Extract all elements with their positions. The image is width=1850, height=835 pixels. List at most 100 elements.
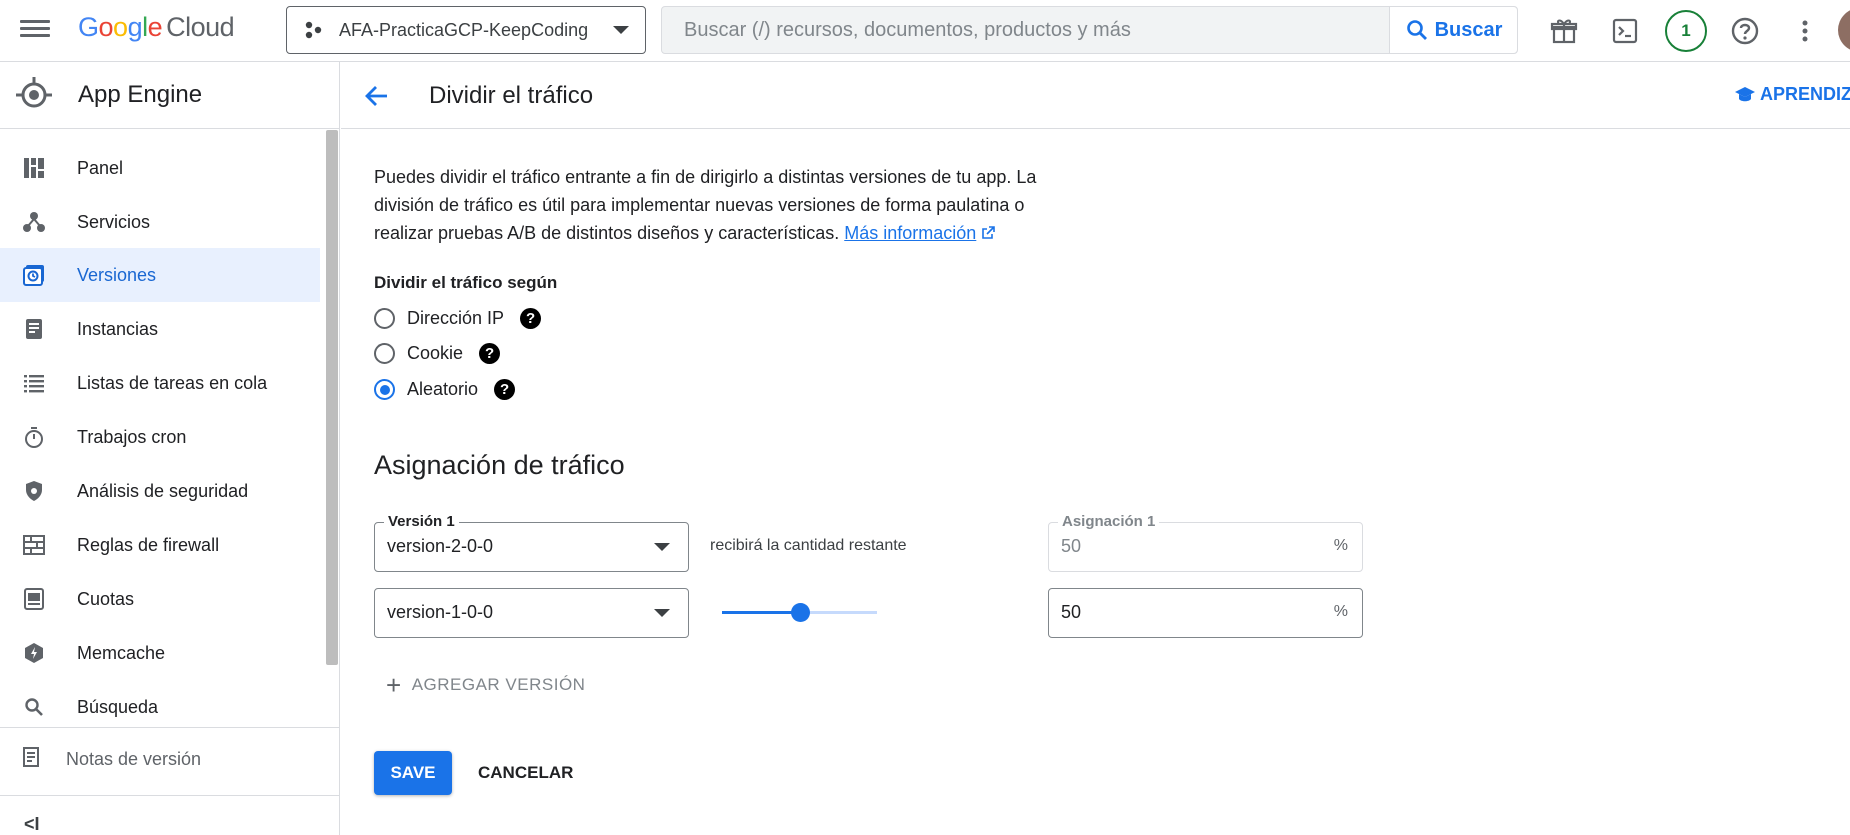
remaining-text: recibirá la cantidad restante [710, 537, 907, 554]
shield-icon [22, 479, 46, 503]
cancel-button[interactable]: CANCELAR [478, 751, 573, 795]
back-arrow-icon[interactable] [363, 82, 391, 110]
split-label: Dividir el tráfico según [374, 273, 558, 292]
radio-button[interactable] [374, 308, 395, 329]
collapse-sidebar-icon[interactable]: <I [24, 814, 40, 835]
project-selector[interactable]: AFA-PracticaGCP-KeepCoding [286, 6, 646, 54]
learn-button[interactable]: APRENDIZA [1734, 84, 1850, 105]
sidebar-item-panel[interactable]: Panel [0, 141, 320, 195]
top-bar: Google Cloud AFA-PracticaGCP-KeepCoding B… [0, 0, 1850, 62]
sidebar-scrollbar[interactable] [326, 130, 338, 665]
save-button[interactable]: SAVE [374, 751, 452, 795]
divider [0, 795, 339, 796]
release-notes-label: Notas de versión [66, 748, 202, 769]
more-info-link[interactable]: Más información [844, 223, 976, 243]
google-cloud-logo[interactable]: Google Cloud [78, 12, 235, 43]
memcache-icon [22, 641, 46, 665]
services-icon [22, 210, 46, 234]
sidebar-item-cron[interactable]: Trabajos cron [0, 410, 320, 464]
sidebar-item-firewall[interactable]: Reglas de firewall [0, 518, 320, 572]
project-name: AFA-PracticaGCP-KeepCoding [339, 19, 589, 40]
sidebar-item-versiones[interactable]: Versiones [0, 248, 320, 302]
version-2-value: version-1-0-0 [387, 602, 494, 622]
version-2-select[interactable]: version-1-0-0 [374, 588, 689, 638]
sidebar-item-seguridad[interactable]: Análisis de seguridad [0, 464, 320, 518]
page-title: Dividir el tráfico [429, 82, 594, 109]
help-icon[interactable]: ? [494, 379, 516, 400]
open-in-new-icon [982, 226, 996, 239]
quota-icon [22, 587, 46, 611]
notifications-badge[interactable]: 1 [1664, 9, 1708, 53]
percent-suffix: % [1333, 537, 1348, 554]
allocation-2-value[interactable]: 50 [1061, 602, 1081, 623]
versions-icon [22, 263, 46, 287]
allocation-1-value: 50 [1061, 536, 1082, 556]
radio-button[interactable] [374, 343, 395, 364]
allocation-1-label: Asignación 1 [1058, 513, 1160, 530]
app-engine-icon [16, 77, 52, 108]
sidebar-item-busqueda[interactable]: Búsqueda [0, 680, 320, 734]
version-1-select[interactable]: Versión 1 version-2-0-0 [374, 513, 689, 572]
more-info-label: Más información [844, 223, 977, 243]
description: Puedes dividir el tráfico entrante a fin… [374, 163, 1054, 247]
radio-cookie[interactable]: Cookie ? [374, 343, 501, 364]
sidebar-item-label: Instancias [77, 318, 159, 339]
version-1-label: Versión 1 [384, 513, 459, 530]
slider-fill [722, 611, 800, 614]
project-icon [305, 21, 322, 39]
allocation-2-field[interactable]: 50 % [1048, 588, 1363, 638]
sidebar-item-label: Versiones [77, 264, 157, 285]
add-version-label: AGREGAR VERSIÓN [411, 675, 586, 694]
sidebar-item-label: Trabajos cron [77, 426, 187, 447]
sidebar-item-label: Análisis de seguridad [77, 480, 249, 501]
sidebar-item-instancias[interactable]: Instancias [0, 302, 320, 356]
logo-suffix: Cloud [166, 12, 235, 42]
sidebar-item-label: Cuotas [77, 588, 135, 609]
school-icon [1735, 86, 1755, 101]
radio-button[interactable] [374, 379, 395, 400]
chevron-down-icon [654, 543, 670, 551]
gift-icon[interactable] [1544, 11, 1584, 51]
help-icon[interactable]: ? [479, 343, 501, 364]
divider [0, 727, 339, 728]
learn-label: APRENDIZA [1760, 84, 1850, 104]
sidebar-item-memcache[interactable]: Memcache [0, 626, 320, 680]
release-notes-link[interactable]: Notas de versión [0, 732, 339, 786]
add-version-button[interactable]: + AGREGAR VERSIÓN [386, 672, 585, 698]
allocation-slider[interactable] [722, 600, 877, 626]
product-title: App Engine [78, 81, 203, 108]
sidebar-item-servicios[interactable]: Servicios [0, 195, 320, 249]
version-1-value: version-2-0-0 [387, 536, 494, 556]
timer-icon [22, 425, 46, 449]
sidebar-item-label: Listas de tareas en cola [77, 372, 268, 393]
menu-icon[interactable] [20, 16, 50, 46]
firewall-icon [22, 533, 46, 557]
sidebar-item-tareas[interactable]: Listas de tareas en cola [0, 356, 320, 410]
avatar[interactable] [1838, 8, 1850, 52]
sidebar-item-label: Servicios [77, 211, 151, 232]
allocation-1-field: Asignación 1 50 % [1048, 513, 1363, 572]
radio-ip-address[interactable]: Dirección IP ? [374, 308, 542, 329]
notification-count: 1 [1665, 10, 1707, 52]
search-button[interactable]: Buscar [1389, 7, 1517, 53]
help-icon[interactable] [1725, 11, 1765, 51]
list-icon [22, 371, 46, 395]
radio-label: Dirección IP [407, 308, 505, 328]
more-vert-icon[interactable] [1785, 11, 1825, 51]
percent-suffix: % [1333, 603, 1348, 620]
sidebar-item-label: Búsqueda [77, 696, 159, 717]
slider-thumb[interactable] [790, 603, 810, 622]
radio-random[interactable]: Aleatorio ? [374, 379, 516, 400]
sidebar-item-label: Panel [77, 157, 124, 178]
radio-label: Aleatorio [407, 379, 479, 399]
sidebar-item-label: Reglas de firewall [77, 534, 220, 555]
search-input[interactable] [662, 7, 1389, 53]
sidebar-item-cuotas[interactable]: Cuotas [0, 572, 320, 626]
allocation-title: Asignación de tráfico [374, 450, 625, 480]
terminal-icon[interactable] [1605, 11, 1645, 51]
help-icon[interactable]: ? [520, 308, 542, 329]
search-bar: Buscar [661, 6, 1518, 54]
page-header: Dividir el tráfico APRENDIZA [341, 62, 1850, 129]
plus-icon: + [386, 670, 402, 700]
instances-icon [22, 317, 46, 341]
